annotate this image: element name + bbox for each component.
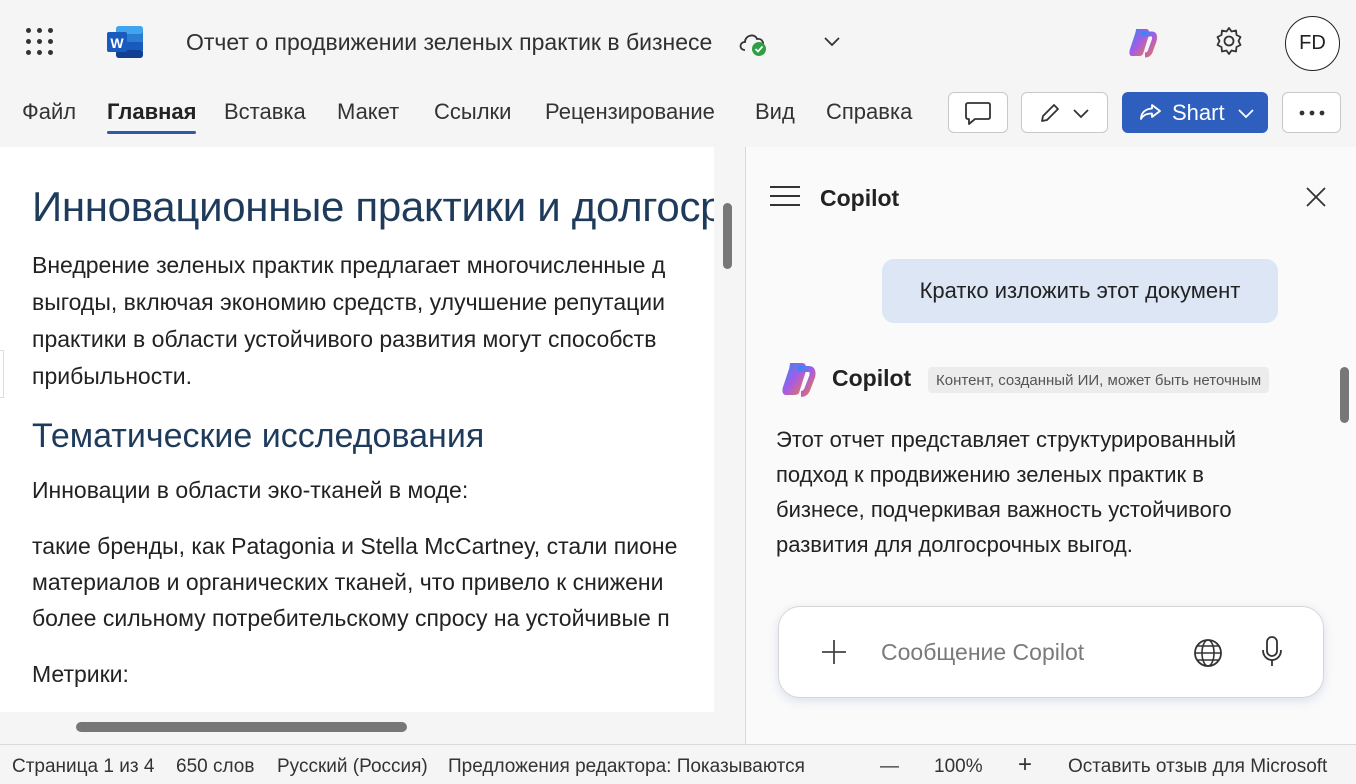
word-logo-icon[interactable]: W — [106, 25, 144, 59]
cloud-saved-icon[interactable] — [736, 28, 770, 58]
copilot-pane: Copilot Кратко изложить этот документ Co… — [746, 147, 1356, 744]
tab-review[interactable]: Рецензирование — [545, 99, 715, 125]
paragraph-line: Метрики: — [32, 661, 129, 687]
paragraph-line: материалов и органических тканей, что пр… — [32, 569, 664, 595]
menu-icon[interactable] — [770, 186, 800, 208]
comment-icon — [965, 101, 991, 125]
assistant-name: Copilot — [832, 365, 912, 391]
chevron-down-icon — [1072, 108, 1089, 118]
copilot-icon[interactable] — [1126, 26, 1158, 58]
title-bar: W Отчет о продвижении зеленых практик в … — [0, 0, 1356, 88]
svg-text:W: W — [110, 35, 124, 51]
add-icon[interactable] — [819, 637, 849, 667]
copilot-message-input[interactable]: Сообщение Copilot — [881, 639, 1084, 666]
copilot-input-box[interactable]: Сообщение Copilot — [778, 606, 1324, 698]
gear-icon[interactable] — [1212, 24, 1246, 58]
word-count[interactable]: 650 слов — [176, 756, 254, 778]
paragraph-line: Инновации в области эко-тканей в моде: — [32, 477, 469, 503]
document-horizontal-scrollbar[interactable] — [76, 722, 407, 732]
more-icon — [1299, 110, 1324, 115]
document-title[interactable]: Отчет о продвижении зеленых практик в би… — [186, 29, 712, 56]
share-button[interactable]: Shart — [1122, 92, 1268, 133]
tab-file[interactable]: Файл — [22, 99, 76, 125]
microphone-icon[interactable] — [1259, 635, 1285, 669]
page-count[interactable]: Страница 1 из 4 — [12, 756, 154, 778]
navigation-pane-handle[interactable] — [0, 350, 4, 398]
globe-icon[interactable] — [1192, 637, 1224, 669]
feedback-link[interactable]: Оставить отзыв для Microsoft — [1068, 756, 1327, 778]
pencil-icon — [1040, 103, 1059, 122]
tab-insert[interactable]: Вставка — [224, 99, 306, 125]
tab-help[interactable]: Справка — [826, 99, 912, 125]
document-canvas[interactable]: Инновационные практики и долгосрочные вы… — [0, 147, 714, 712]
section-heading: Тематические исследования — [32, 417, 485, 455]
tab-view[interactable]: Вид — [755, 99, 795, 125]
chevron-down-icon — [1237, 108, 1254, 118]
avatar[interactable]: FD — [1285, 16, 1340, 71]
document-heading: Инновационные практики и долгосрочные вы… — [32, 183, 714, 230]
tab-layout[interactable]: Макет — [337, 99, 399, 125]
assistant-response: Этот отчет представляет структурированны… — [776, 427, 1237, 557]
app-launcher-icon[interactable] — [26, 28, 54, 56]
copilot-logo-icon — [782, 363, 816, 397]
tab-references[interactable]: Ссылки — [434, 99, 511, 125]
status-bar: Страница 1 из 4 650 слов Русский (Россия… — [0, 744, 1356, 784]
copilot-scrollbar[interactable] — [1340, 367, 1349, 423]
ai-disclaimer-badge: Контент, созданный ИИ, может быть неточн… — [928, 367, 1270, 393]
share-icon — [1140, 103, 1161, 120]
paragraph-line: практики в области устойчивого развития … — [32, 326, 657, 352]
tab-home[interactable]: Главная — [107, 99, 197, 134]
zoom-level[interactable]: 100% — [934, 756, 983, 778]
zoom-in-button[interactable]: + — [1018, 751, 1032, 779]
editor-suggestions-status[interactable]: Предложения редактора: Показываются — [448, 756, 805, 778]
editing-mode-button[interactable] — [1021, 92, 1108, 133]
comments-button[interactable] — [948, 92, 1008, 133]
ribbon: Файл Главная Вставка Макет Ссылки Реценз… — [0, 88, 1356, 146]
paragraph-line: выгоды, включая экономию средств, улучше… — [32, 289, 665, 315]
user-message: Кратко изложить этот документ — [882, 259, 1278, 323]
more-options-button[interactable] — [1282, 92, 1341, 133]
paragraph-line: такие бренды, как Patagonia и Stella McC… — [32, 533, 678, 559]
zoom-out-button[interactable]: — — [880, 756, 899, 778]
share-label: Shart — [1172, 99, 1225, 125]
paragraph-line: прибыльности. — [32, 363, 192, 389]
paragraph-line: Внедрение зеленых практик предлагает мно… — [32, 252, 666, 278]
paragraph-line: более сильному потребительскому спросу н… — [32, 605, 670, 631]
close-icon[interactable] — [1304, 185, 1328, 209]
language-status[interactable]: Русский (Россия) — [277, 756, 428, 778]
copilot-title: Copilot — [820, 185, 900, 211]
chevron-down-icon[interactable] — [822, 33, 842, 49]
document-vertical-scrollbar[interactable] — [723, 203, 732, 269]
